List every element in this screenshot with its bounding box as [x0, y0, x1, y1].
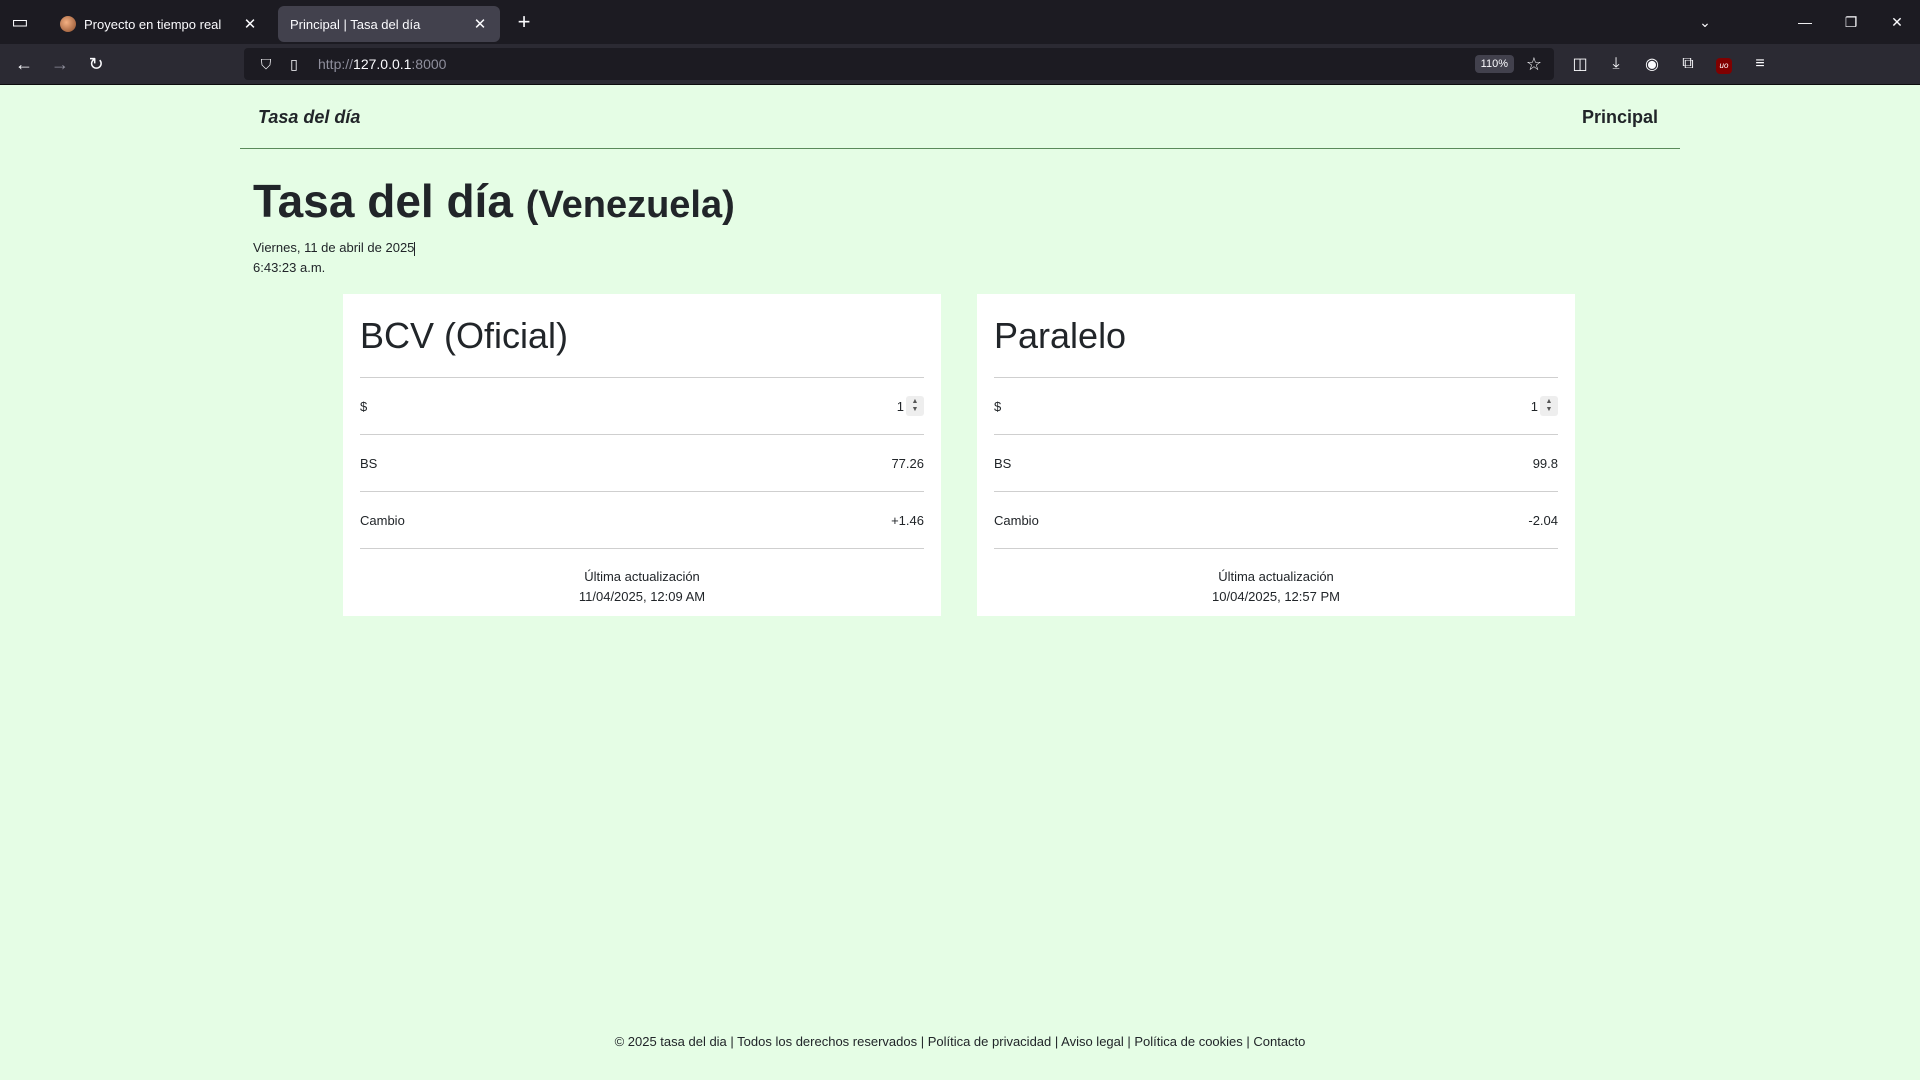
bs-value: 99.8 — [1532, 455, 1558, 471]
page-icon: ▯ — [290, 55, 298, 72]
usd-row: $ 1 ▲ ▼ — [994, 378, 1558, 435]
change-label: Cambio — [994, 512, 1039, 528]
spinner-icon[interactable]: ▲ ▼ — [1540, 396, 1558, 416]
tab-list-icon[interactable]: ▭ — [0, 0, 40, 44]
tab-title: Proyecto en tiempo real — [84, 16, 222, 32]
usd-amount-input[interactable]: 1 ▲ ▼ — [1531, 396, 1558, 416]
close-icon[interactable]: ✕ — [470, 15, 490, 33]
nav-link-principal[interactable]: Principal — [1582, 107, 1658, 128]
forward-icon[interactable]: → — [42, 48, 78, 80]
usd-amount-input[interactable]: 1 ▲ ▼ — [897, 396, 924, 416]
pocket-icon[interactable]: ◫ — [1562, 54, 1598, 74]
bs-row: BS 77.26 — [360, 435, 924, 492]
chevron-down-icon[interactable]: ⌄ — [1682, 14, 1728, 31]
page-content: Tasa del día Principal Tasa del día (Ven… — [0, 86, 1920, 1080]
brand-link[interactable]: Tasa del día — [258, 107, 360, 128]
bs-label: BS — [360, 455, 378, 471]
change-row: Cambio +1.46 — [360, 492, 924, 549]
change-label: Cambio — [360, 512, 405, 528]
new-tab-icon[interactable]: + — [510, 9, 538, 35]
minimize-icon[interactable]: — — [1782, 14, 1828, 30]
bs-value: 77.26 — [891, 455, 924, 471]
browser-toolbar: ← → ↻ ⛉ ▯ http://127.0.0.1:8000 110% ☆ ◫… — [0, 44, 1920, 85]
card-title: BCV (Oficial) — [360, 314, 924, 378]
back-icon[interactable]: ← — [6, 48, 42, 80]
window-close-icon[interactable]: ✕ — [1874, 14, 1920, 31]
menu-icon[interactable]: ≡ — [1742, 55, 1778, 73]
tab-proyecto[interactable]: Proyecto en tiempo real ✕ — [48, 6, 270, 42]
url-bar[interactable]: ⛉ ▯ http://127.0.0.1:8000 110% ☆ — [244, 48, 1554, 80]
change-value: -2.04 — [1528, 512, 1558, 528]
tab-title: Principal | Tasa del día — [290, 16, 421, 32]
site-footer: © 2025 tasa del dia | Todos los derechos… — [614, 1034, 1306, 1049]
page-title: Tasa del día (Venezuela) — [253, 175, 735, 227]
card-bcv: BCV (Oficial) $ 1 ▲ ▼ BS 77.26 Cambio +1.… — [343, 294, 941, 616]
usd-row: $ 1 ▲ ▼ — [360, 378, 924, 435]
bs-row: BS 99.8 — [994, 435, 1558, 492]
bookmark-star-icon[interactable]: ☆ — [1514, 54, 1554, 75]
last-updated: Última actualización 11/04/2025, 12:09 A… — [578, 569, 706, 604]
zoom-indicator[interactable]: 110% — [1474, 55, 1514, 73]
account-icon[interactable]: ◉ — [1634, 54, 1670, 74]
site-header: Tasa del día Principal — [240, 86, 1680, 149]
download-icon[interactable]: ⤓ — [1598, 55, 1634, 73]
shield-icon[interactable]: ⛉ — [252, 56, 280, 73]
usd-label: $ — [360, 398, 368, 414]
page-subtitle: (Venezuela) — [525, 184, 735, 226]
tab-principal[interactable]: Principal | Tasa del día ✕ — [278, 6, 500, 42]
change-value: +1.46 — [891, 512, 924, 528]
hero: Tasa del día (Venezuela) Viernes, 11 de … — [253, 178, 735, 278]
extensions-icon[interactable]: ⧉ — [1670, 55, 1706, 73]
bs-label: BS — [994, 455, 1012, 471]
browser-tab-bar: ▭ Proyecto en tiempo real ✕ Principal | … — [0, 0, 1920, 44]
url-text[interactable]: http://127.0.0.1:8000 — [318, 56, 446, 72]
card-title: Paralelo — [994, 314, 1558, 378]
card-paralelo: Paralelo $ 1 ▲ ▼ BS 99.8 Cambio -2.04 Últ… — [977, 294, 1575, 616]
favicon-icon — [60, 16, 76, 32]
usd-label: $ — [994, 398, 1002, 414]
spinner-icon[interactable]: ▲ ▼ — [906, 396, 924, 416]
change-row: Cambio -2.04 — [994, 492, 1558, 549]
last-updated: Última actualización 10/04/2025, 12:57 P… — [1212, 569, 1340, 604]
ublock-icon[interactable]: uo — [1706, 55, 1742, 74]
reload-icon[interactable]: ↻ — [78, 48, 114, 80]
current-time: 6:43:23 a.m. — [253, 260, 326, 275]
restore-icon[interactable]: ❐ — [1828, 14, 1874, 31]
close-icon[interactable]: ✕ — [240, 15, 260, 33]
current-date: Viernes, 11 de abril de 2025 — [253, 240, 416, 256]
